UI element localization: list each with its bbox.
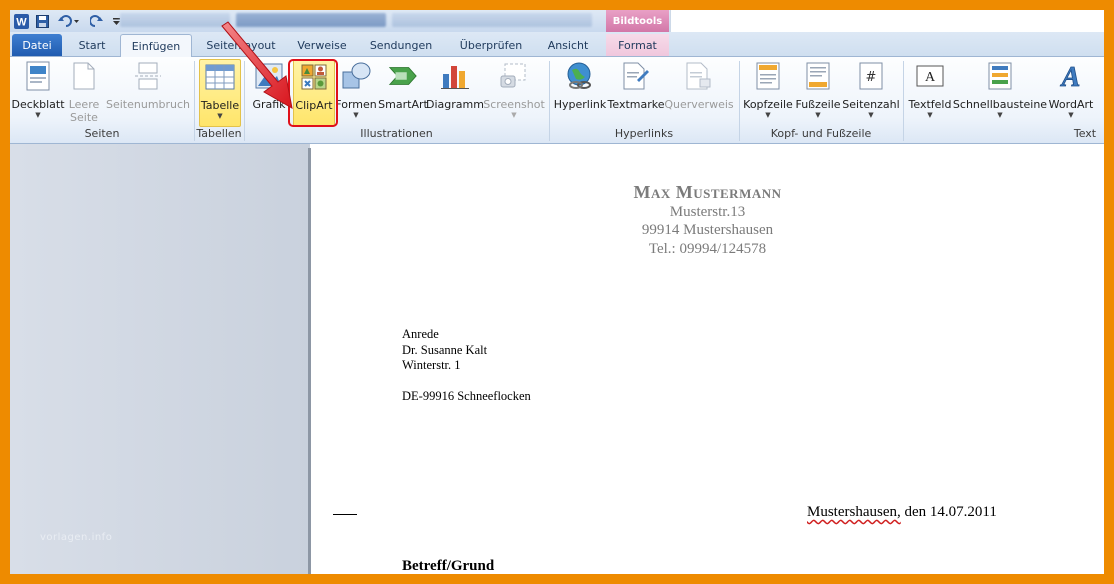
- wordart-icon: A: [1059, 62, 1081, 91]
- diagramm-button[interactable]: Diagramm: [426, 59, 484, 125]
- kopfzeile-button[interactable]: Kopfzeile ▼: [743, 59, 793, 125]
- save-icon[interactable]: [34, 12, 50, 30]
- svg-text:A: A: [1060, 62, 1081, 91]
- group-label-illustrationen: Illustrationen: [360, 127, 433, 140]
- ribbon: Deckblatt ▼ Leere Seite Seitenumbruch Sei…: [10, 57, 1104, 144]
- group-label-text: Text: [1073, 127, 1097, 140]
- tab-format[interactable]: Format: [606, 34, 669, 56]
- date-value: den 14.07.2011: [900, 504, 997, 520]
- formen-button[interactable]: Formen ▼: [335, 59, 377, 125]
- svg-text:A: A: [925, 70, 936, 85]
- text-box-icon: A: [916, 65, 944, 87]
- quick-parts-icon: [988, 62, 1012, 90]
- header-icon: [756, 62, 780, 90]
- undo-icon[interactable]: [56, 12, 82, 30]
- bildtools-contextual-tab-group: Bildtools: [606, 10, 669, 32]
- dropdown-arrow-icon: ▼: [1068, 111, 1074, 119]
- dropdown-arrow-icon: ▼: [815, 111, 821, 119]
- dropdown-arrow-icon: ▼: [927, 111, 933, 119]
- tab-einfuegen[interactable]: Einfügen: [120, 34, 192, 57]
- red-pointer-arrow-icon: [221, 21, 293, 109]
- sender-city: 99914 Mustershausen: [641, 222, 774, 238]
- group-label-kopf-fusszeile: Kopf- und Fußzeile: [770, 127, 872, 140]
- hyperlink-button[interactable]: Hyperlink: [554, 59, 606, 125]
- document-page[interactable]: Max Mustermann Musterstr.13 99914 Muster…: [311, 148, 1104, 574]
- group-label-hyperlinks: Hyperlinks: [614, 127, 674, 140]
- shapes-icon: [342, 62, 371, 89]
- sender-phone: Tel.: 09994/124578: [648, 241, 767, 257]
- redo-icon[interactable]: [88, 12, 104, 30]
- wordart-button[interactable]: A WordArt ▼: [1047, 59, 1095, 125]
- schnellbausteine-button[interactable]: Schnellbausteine ▼: [953, 59, 1047, 125]
- sender-name: Max Mustermann: [633, 182, 782, 202]
- cross-reference-icon: [686, 62, 711, 90]
- textmarke-button[interactable]: Textmarke: [608, 59, 665, 125]
- tab-ansicht[interactable]: Ansicht: [540, 34, 596, 56]
- group-label-tabellen: Tabellen: [196, 127, 242, 140]
- svg-text:W: W: [16, 16, 27, 28]
- recipient-salutation: Anrede: [402, 327, 439, 341]
- seitenzahl-button[interactable]: # Seitenzahl ▼: [842, 59, 900, 125]
- date-city: Mustershausen,: [807, 504, 901, 520]
- svg-text:#: #: [866, 70, 877, 85]
- subject-line: Betreff/Grund: [402, 558, 495, 574]
- seitenumbruch-button[interactable]: Seitenumbruch: [106, 59, 190, 125]
- recipient-name: Dr. Susanne Kalt: [402, 343, 488, 357]
- dropdown-arrow-icon: ▼: [35, 111, 41, 119]
- screenshot-icon: [500, 63, 526, 88]
- blurred-browser-tabs: [120, 13, 610, 29]
- page-number-icon: #: [859, 62, 883, 90]
- smartart-icon: [388, 67, 417, 85]
- document-background-left: [10, 144, 310, 574]
- fusszeile-button[interactable]: Fußzeile ▼: [795, 59, 841, 125]
- cover-page-icon: [26, 61, 50, 91]
- sender-street: Musterstr.13: [669, 204, 746, 220]
- dropdown-arrow-icon: ▼: [353, 111, 359, 119]
- footer-icon: [806, 62, 830, 90]
- blank-page-icon: [73, 62, 95, 90]
- group-label-seiten: Seiten: [84, 127, 120, 140]
- screenshot-button[interactable]: Screenshot ▼: [483, 59, 545, 125]
- page-break-icon: [135, 62, 161, 90]
- ribbon-tab-row: Datei Start Einfügen Seitenlayout Verwei…: [10, 32, 1104, 57]
- fold-mark: [333, 514, 357, 515]
- recipient-street: Winterstr. 1: [402, 358, 461, 372]
- recipient-city: DE-99916 Schneeflocken: [402, 389, 531, 403]
- deckblatt-button[interactable]: Deckblatt ▼: [11, 59, 65, 125]
- hyperlink-globe-icon: [567, 62, 591, 89]
- date-line: Mustershausen, den 14.07.2011: [807, 504, 997, 521]
- chart-icon: [441, 66, 469, 89]
- textfeld-button[interactable]: A Textfeld ▼: [907, 59, 953, 125]
- smartart-button[interactable]: SmartArt: [378, 59, 428, 125]
- querverweis-button[interactable]: Querverweis: [664, 59, 734, 125]
- bookmark-icon: [623, 62, 649, 90]
- tab-datei[interactable]: Datei: [12, 34, 62, 56]
- watermark-text: vorlagen.info: [40, 532, 113, 543]
- tab-start[interactable]: Start: [68, 34, 116, 56]
- dropdown-arrow-icon: ▼: [868, 111, 874, 119]
- word-window: W Bildtools Datei Start Einfügen Seitenl…: [10, 10, 1104, 574]
- dropdown-arrow-icon: ▼: [997, 111, 1003, 119]
- dropdown-arrow-icon: ▼: [765, 111, 771, 119]
- word-app-icon[interactable]: W: [12, 12, 30, 30]
- tab-ueberpruefen[interactable]: Überprüfen: [450, 34, 532, 56]
- leere-seite-button[interactable]: Leere Seite: [66, 59, 102, 125]
- dropdown-arrow-icon: ▼: [511, 111, 517, 119]
- group-separator: [903, 61, 904, 141]
- tab-sendungen[interactable]: Sendungen: [362, 34, 440, 56]
